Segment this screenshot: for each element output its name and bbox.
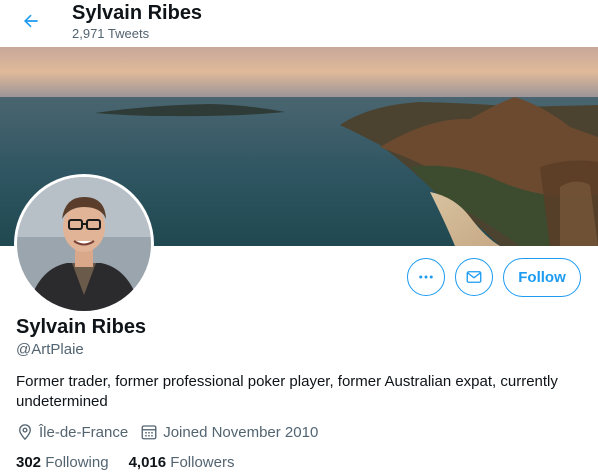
following-link[interactable]: 302 Following bbox=[16, 454, 109, 471]
followers-label: Followers bbox=[170, 454, 235, 471]
profile-meta: Île-de-France Joined November 2010 bbox=[16, 421, 330, 443]
profile-stats: 302 Following 4,016 Followers bbox=[16, 454, 254, 471]
back-button[interactable] bbox=[14, 4, 48, 38]
message-button[interactable] bbox=[455, 258, 493, 296]
more-button[interactable] bbox=[407, 258, 445, 296]
profile-name: Sylvain Ribes bbox=[16, 316, 147, 338]
following-count: 302 bbox=[16, 454, 42, 471]
location-text: Île-de-France bbox=[39, 423, 129, 441]
avatar-photo bbox=[17, 177, 151, 311]
follow-button[interactable]: Follow bbox=[503, 258, 581, 297]
envelope-icon bbox=[466, 271, 482, 283]
header-tweet-count: 2,971 Tweets bbox=[72, 26, 150, 41]
location-item: Île-de-France bbox=[16, 423, 128, 441]
profile-bio: Former trader, former professional poker… bbox=[16, 373, 558, 410]
calendar-icon bbox=[141, 425, 157, 440]
followers-link[interactable]: 4,016 Followers bbox=[129, 454, 235, 471]
profile-handle: @ArtPlaie bbox=[16, 341, 84, 358]
avatar[interactable] bbox=[14, 174, 154, 314]
header-name: Sylvain Ribes bbox=[72, 2, 203, 24]
arrow-left-icon bbox=[24, 14, 38, 28]
profile-header: Sylvain Ribes 2,971 Tweets bbox=[0, 0, 598, 47]
location-pin-icon bbox=[19, 424, 31, 441]
more-dots-icon bbox=[419, 275, 433, 279]
following-label: Following bbox=[45, 454, 109, 471]
joined-item: Joined November 2010 bbox=[140, 423, 318, 441]
followers-count: 4,016 bbox=[128, 454, 167, 471]
joined-text: Joined November 2010 bbox=[163, 423, 319, 441]
